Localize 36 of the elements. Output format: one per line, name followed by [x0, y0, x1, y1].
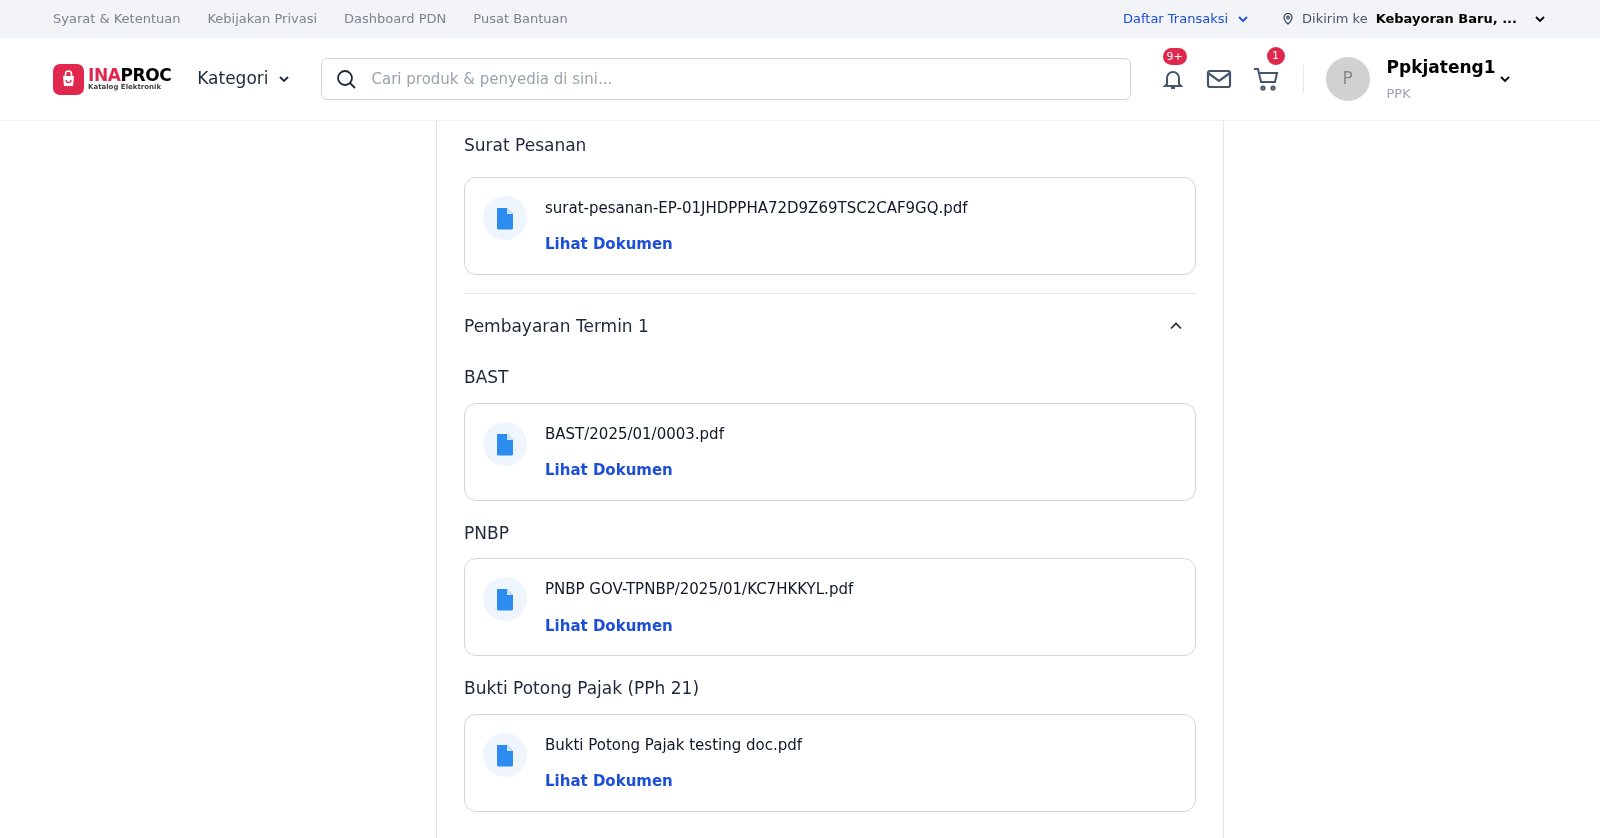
document-icon — [483, 577, 527, 621]
user-menu[interactable]: P Ppkjateng1 PPK — [1325, 54, 1547, 104]
category-menu[interactable]: Kategori — [197, 66, 291, 92]
section-heading: Surat Pesanan — [464, 134, 588, 157]
file-name: PNBP GOV-TPNBP/2025/01/KC7HKKYL.pdf — [545, 579, 854, 600]
search-field[interactable]: Cari produk & penyedia di sini... — [320, 58, 1131, 100]
view-document-link[interactable]: Lihat Dokumen — [545, 459, 673, 482]
view-document-link[interactable]: Lihat Dokumen — [545, 614, 673, 637]
section-heading: BAST — [464, 366, 510, 389]
file-name: BAST/2025/01/0003.pdf — [545, 423, 724, 445]
avatar: P — [1325, 57, 1370, 101]
top-link[interactable]: Pusat Bantuan — [473, 9, 568, 29]
search-icon — [334, 68, 357, 90]
collapsible-section-header[interactable]: Pembayaran Termin 1 — [464, 293, 1196, 349]
file-name: surat-pesanan-EP-01JHDPPHA72D9Z69TSC2CAF9GQ.pdf — [545, 197, 968, 219]
document-icon — [483, 195, 527, 240]
view-document-link[interactable]: Lihat Dokumen — [545, 233, 673, 256]
cart-count: 1 — [1266, 47, 1285, 65]
delivery-label: Dikirim ke — [1302, 10, 1368, 29]
section-heading: Bukti Potong Pajak (PPh 21) — [464, 677, 701, 700]
notification-count: 9+ — [1162, 48, 1187, 65]
location-pin-icon — [1282, 13, 1295, 25]
document-icon — [483, 421, 527, 466]
section-heading: PNBP — [464, 521, 510, 545]
top-link[interactable]: Syarat & Ketentuan — [53, 9, 181, 29]
delivery-location-dropdown[interactable]: Kebayoran Baru, ... — [1375, 9, 1547, 29]
document-icon — [483, 732, 527, 777]
shopping-bag-logo-icon — [53, 63, 84, 95]
user-name: Ppkjateng1 — [1386, 55, 1496, 79]
view-document-link[interactable]: Lihat Dokumen — [545, 770, 673, 793]
user-role: PPK — [1386, 85, 1411, 103]
top-link[interactable]: Dashboard PDN — [344, 9, 447, 29]
transactions-menu[interactable]: Daftar Transaksi — [1122, 9, 1251, 29]
file-name: Bukti Potong Pajak testing doc.pdf — [545, 734, 803, 756]
top-link[interactable]: Kebijakan Privasi — [207, 9, 318, 29]
logo-wordmark: INAPROC — [88, 67, 172, 84]
